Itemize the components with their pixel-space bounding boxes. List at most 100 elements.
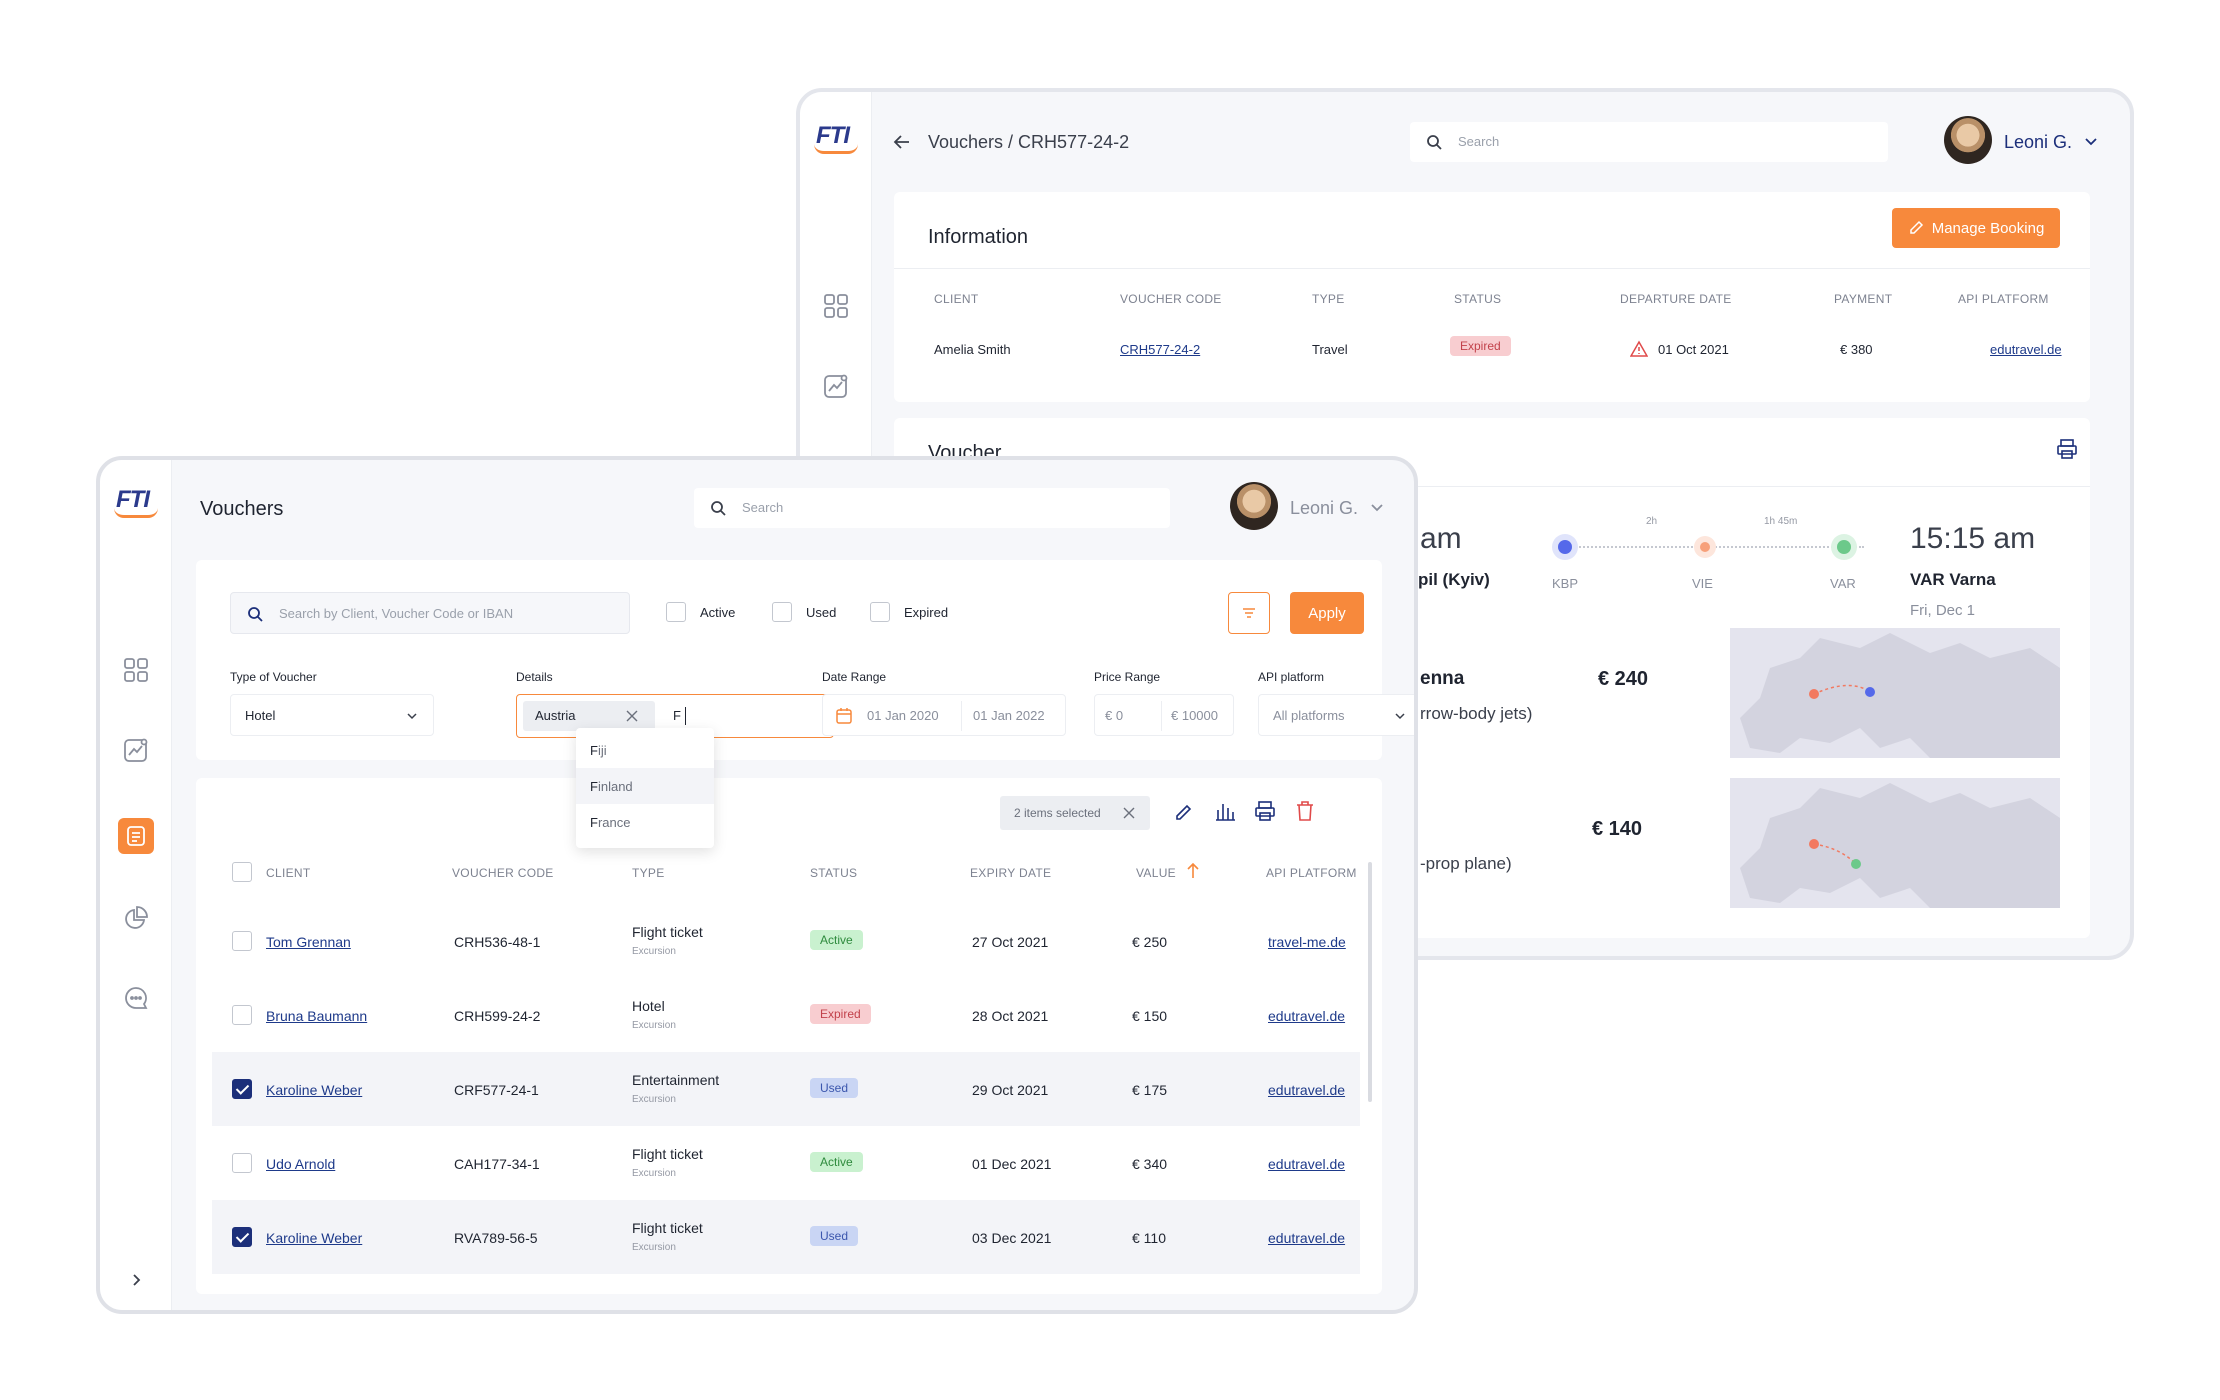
header-api-platform: API PLATFORM bbox=[1266, 866, 1357, 880]
date-to[interactable]: 01 Jan 2022 bbox=[973, 708, 1045, 723]
platform-link[interactable]: edutravel.de bbox=[1268, 1008, 1345, 1024]
client-value: Amelia Smith bbox=[934, 342, 1011, 357]
row-checkbox[interactable] bbox=[232, 1005, 252, 1025]
flight-option[interactable]: enna rrow-body jets) € 240 bbox=[1414, 628, 2074, 758]
avatar[interactable] bbox=[1230, 482, 1278, 530]
print-icon[interactable] bbox=[2056, 438, 2078, 465]
client-link[interactable]: Karoline Weber bbox=[266, 1230, 362, 1246]
user-name[interactable]: Leoni G. bbox=[1290, 498, 1358, 519]
platform-link[interactable]: travel-me.de bbox=[1268, 934, 1346, 950]
apply-button[interactable]: Apply bbox=[1290, 592, 1364, 634]
price-divider bbox=[1161, 701, 1162, 731]
header-client: CLIENT bbox=[266, 866, 311, 880]
breadcrumb[interactable]: Vouchers / CRH577-24-2 bbox=[928, 132, 1129, 153]
warning-icon bbox=[1629, 340, 1649, 363]
flight-option[interactable]: -prop plane) € 140 bbox=[1414, 778, 2074, 908]
row-checkbox[interactable] bbox=[232, 1227, 252, 1247]
price-range-input[interactable]: € 0 € 10000 bbox=[1094, 694, 1234, 736]
row-checkbox[interactable] bbox=[232, 931, 252, 951]
end-time: 15:15 am bbox=[1910, 522, 2036, 555]
table-row[interactable]: Udo Arnold CAH177-34-1 Flight ticket Exc… bbox=[212, 1126, 1360, 1200]
avatar[interactable] bbox=[1944, 116, 1992, 164]
platform-link[interactable]: edutravel.de bbox=[1268, 1230, 1345, 1246]
dashboard-icon[interactable] bbox=[122, 656, 150, 684]
filter-toggle-button[interactable] bbox=[1228, 592, 1270, 634]
voucher-value: € 110 bbox=[1132, 1230, 1166, 1246]
client-link[interactable]: Udo Arnold bbox=[266, 1156, 335, 1172]
voucher-type: Flight ticket bbox=[632, 1146, 703, 1162]
pie-chart-icon[interactable] bbox=[122, 904, 150, 932]
analytics-icon[interactable] bbox=[122, 736, 150, 764]
platform-link[interactable]: edutravel.de bbox=[1268, 1082, 1345, 1098]
platform-link[interactable]: edutravel.de bbox=[1268, 1156, 1345, 1172]
selection-chip[interactable]: 2 items selected bbox=[1000, 796, 1150, 830]
search-input[interactable]: Search bbox=[742, 500, 783, 515]
fti-logo: FTI bbox=[114, 486, 158, 518]
date-range-input[interactable]: 01 Jan 2020 01 Jan 2022 bbox=[822, 694, 1066, 736]
row-checkbox[interactable] bbox=[232, 1079, 252, 1099]
date-from[interactable]: 01 Jan 2020 bbox=[867, 708, 939, 723]
close-icon[interactable] bbox=[625, 709, 639, 723]
edit-icon[interactable] bbox=[1174, 802, 1194, 822]
price-max[interactable]: € 10000 bbox=[1171, 708, 1218, 723]
back-arrow-icon[interactable] bbox=[892, 132, 912, 157]
search-box[interactable]: Search bbox=[694, 488, 1170, 528]
chat-icon[interactable] bbox=[122, 984, 150, 1012]
voucher-code-link[interactable]: CRH577-24-2 bbox=[1120, 342, 1200, 357]
departure-date-value: 01 Oct 2021 bbox=[1658, 342, 1729, 357]
details-autocomplete-dropdown: Fiji Finland France bbox=[576, 728, 714, 848]
select-all-checkbox[interactable] bbox=[232, 862, 252, 882]
table-row[interactable]: Bruna Baumann CRH599-24-2 Hotel Excursio… bbox=[212, 978, 1360, 1052]
dashboard-icon[interactable] bbox=[822, 292, 850, 320]
search-input[interactable]: Search bbox=[1458, 134, 1499, 149]
vouchers-nav-item[interactable] bbox=[118, 818, 154, 854]
api-select[interactable]: All platforms bbox=[1258, 694, 1414, 736]
trash-icon[interactable] bbox=[1294, 800, 1316, 822]
route-map bbox=[1730, 778, 2060, 908]
analytics-icon[interactable] bbox=[822, 372, 850, 400]
table-row[interactable]: Karoline Weber RVA789-56-5 Flight ticket… bbox=[212, 1200, 1360, 1274]
manage-booking-button[interactable]: Manage Booking bbox=[1892, 208, 2060, 248]
search-box[interactable]: Search bbox=[1410, 122, 1888, 162]
header-value[interactable]: VALUE bbox=[1136, 866, 1176, 880]
table-row[interactable]: Karoline Weber CRF577-24-1 Entertainment… bbox=[212, 1052, 1360, 1126]
voucher-subtype: Excursion bbox=[632, 1242, 676, 1253]
status-badge: Active bbox=[810, 1152, 863, 1172]
print-icon[interactable] bbox=[1254, 800, 1276, 822]
chevron-down-icon[interactable] bbox=[1368, 498, 1386, 521]
price-label: Price Range bbox=[1094, 670, 1161, 684]
filter-search-input[interactable]: Search by Client, Voucher Code or IBAN bbox=[230, 592, 630, 634]
voucher-subtype: Excursion bbox=[632, 1020, 676, 1031]
voucher-subtype: Excursion bbox=[632, 1094, 676, 1105]
voucher-code: CAH177-34-1 bbox=[454, 1156, 540, 1172]
filters-card: Search by Client, Voucher Code or IBAN A… bbox=[196, 560, 1414, 760]
active-checkbox[interactable] bbox=[666, 602, 686, 622]
row-checkbox[interactable] bbox=[232, 1153, 252, 1173]
user-name[interactable]: Leoni G. bbox=[2004, 132, 2072, 153]
used-checkbox[interactable] bbox=[772, 602, 792, 622]
dropdown-option[interactable]: Finland bbox=[576, 768, 714, 804]
scrollbar[interactable] bbox=[1368, 862, 1372, 1102]
details-chip[interactable]: Austria bbox=[523, 701, 655, 731]
chevron-down-icon[interactable] bbox=[2082, 132, 2100, 155]
price-min[interactable]: € 0 bbox=[1105, 708, 1123, 723]
client-link[interactable]: Tom Grennan bbox=[266, 934, 351, 950]
dropdown-option[interactable]: France bbox=[576, 804, 714, 840]
header-status: STATUS bbox=[810, 866, 858, 880]
expired-checkbox[interactable] bbox=[870, 602, 890, 622]
chevron-down-icon bbox=[1395, 713, 1405, 720]
table-row[interactable]: Tom Grennan CRH536-48-1 Flight ticket Ex… bbox=[212, 904, 1360, 978]
used-label: Used bbox=[806, 605, 837, 620]
dropdown-option[interactable]: Fiji bbox=[576, 732, 714, 768]
start-time: am bbox=[1420, 522, 1462, 555]
sort-arrow-up-icon[interactable] bbox=[1186, 862, 1200, 880]
flight-price: € 140 bbox=[1592, 818, 1643, 840]
chevron-right-icon[interactable] bbox=[122, 1266, 150, 1294]
client-link[interactable]: Bruna Baumann bbox=[266, 1008, 367, 1024]
api-platform-link[interactable]: edutravel.de bbox=[1990, 342, 2062, 357]
client-link[interactable]: Karoline Weber bbox=[266, 1082, 362, 1098]
bar-chart-icon[interactable] bbox=[1214, 800, 1236, 822]
type-select[interactable]: Hotel bbox=[230, 694, 434, 736]
expiry-date: 01 Dec 2021 bbox=[972, 1156, 1052, 1172]
close-icon[interactable] bbox=[1122, 806, 1136, 820]
